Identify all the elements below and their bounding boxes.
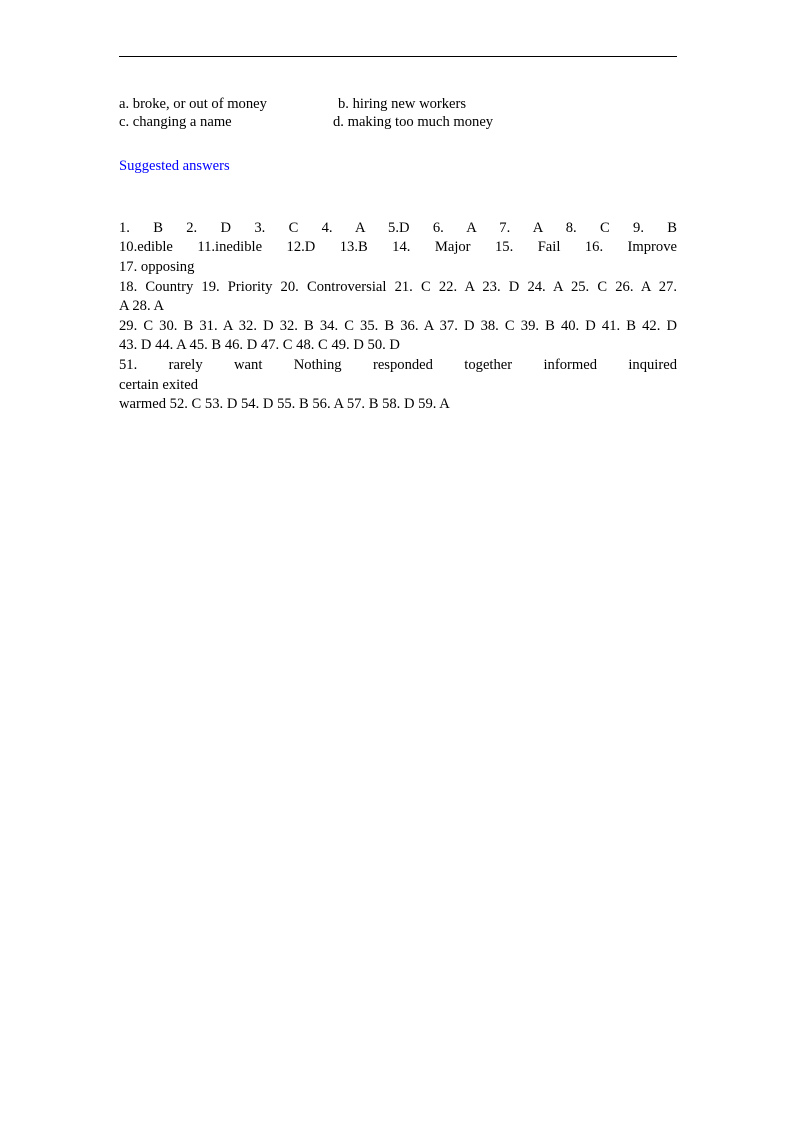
answer-key-line: 29. C 30. B 31. A 32. D 32. B 34. C 35. … [119, 317, 677, 334]
answer-key-line: 18. Country 19. Priority 20. Controversi… [119, 278, 677, 295]
answer-key-line: A 28. A [119, 298, 165, 315]
option-d: d. making too much money [333, 113, 494, 130]
option-a: a. broke, or out of money [119, 96, 267, 112]
option-c: c. changing a name [119, 113, 232, 130]
answer-key-line: warmed 52. C 53. D 54. D 55. B 56. A 57.… [119, 396, 450, 413]
option-row: a. broke, or out of money b. hiring new w… [119, 96, 677, 114]
answer-key-line: 43. D 44. A 45. B 46. D 47. C 48. C 49. … [119, 337, 400, 354]
multiple-choice-options: a. broke, or out of money b. hiring new w… [119, 96, 677, 131]
answer-key-block: 1. B 2. D 3. C 4. A 5.D 6. A 7. A 8. C 9… [119, 219, 677, 415]
answer-key-line: 17. opposing [119, 258, 195, 275]
answer-key-line: 1. B 2. D 3. C 4. A 5.D 6. A 7. A 8. C 9… [119, 219, 677, 236]
answer-key-line: 10.edible 11.inedible 12.D 13.B 14. Majo… [119, 239, 677, 256]
answer-key-line: certain exited [119, 376, 199, 393]
option-b: b. hiring new workers [338, 96, 467, 112]
document-content: a. broke, or out of money b. hiring new w… [119, 96, 677, 415]
suggested-answers-heading: Suggested answers [119, 158, 230, 175]
answer-key-line: 51. rarely want Nothing responded togeth… [119, 356, 677, 373]
document-page: a. broke, or out of money b. hiring new w… [0, 0, 794, 1123]
top-horizontal-rule [119, 56, 677, 57]
option-row: c. changing a name d. making too much mon… [119, 114, 677, 132]
